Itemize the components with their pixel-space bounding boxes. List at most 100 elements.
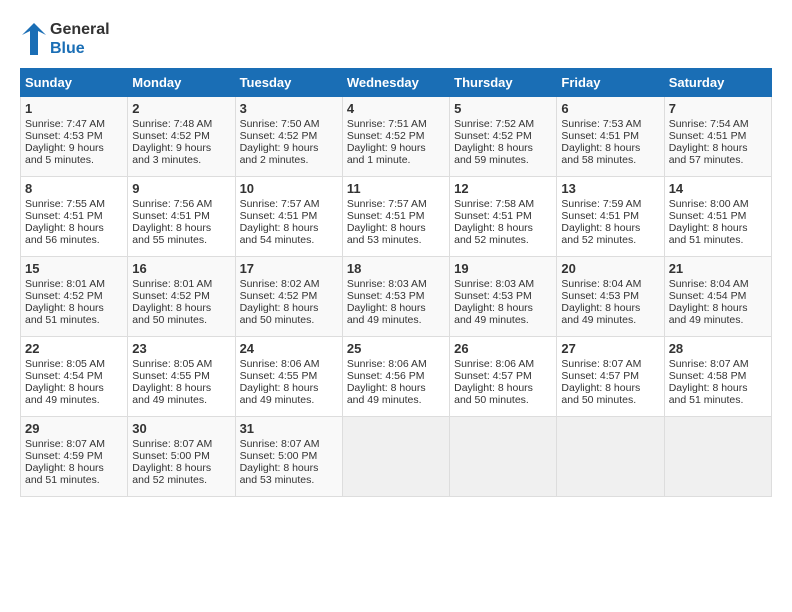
sunset-label: Sunset: 4:53 PM bbox=[347, 290, 425, 302]
day-number: 2 bbox=[132, 101, 230, 116]
empty-cell bbox=[664, 417, 771, 497]
daylight-label: Daylight: 8 hours and 53 minutes. bbox=[347, 222, 426, 246]
calendar-week-row: 8Sunrise: 7:55 AMSunset: 4:51 PMDaylight… bbox=[21, 177, 772, 257]
sunset-label: Sunset: 4:51 PM bbox=[669, 130, 747, 142]
day-number: 31 bbox=[240, 421, 338, 436]
calendar-day-cell: 25Sunrise: 8:06 AMSunset: 4:56 PMDayligh… bbox=[342, 337, 449, 417]
sunrise-label: Sunrise: 7:57 AM bbox=[240, 198, 320, 210]
logo-bird-icon bbox=[20, 21, 48, 57]
sunset-label: Sunset: 4:52 PM bbox=[132, 290, 210, 302]
daylight-label: Daylight: 8 hours and 56 minutes. bbox=[25, 222, 104, 246]
day-number: 19 bbox=[454, 261, 552, 276]
sunset-label: Sunset: 4:54 PM bbox=[669, 290, 747, 302]
day-header-sunday: Sunday bbox=[21, 69, 128, 97]
calendar-day-cell: 20Sunrise: 8:04 AMSunset: 4:53 PMDayligh… bbox=[557, 257, 664, 337]
sunrise-label: Sunrise: 8:07 AM bbox=[240, 438, 320, 450]
sunset-label: Sunset: 4:56 PM bbox=[347, 370, 425, 382]
sunset-label: Sunset: 4:53 PM bbox=[454, 290, 532, 302]
sunrise-label: Sunrise: 8:01 AM bbox=[132, 278, 212, 290]
logo: General Blue bbox=[20, 20, 110, 58]
sunset-label: Sunset: 4:59 PM bbox=[25, 450, 103, 462]
day-number: 18 bbox=[347, 261, 445, 276]
day-header-monday: Monday bbox=[128, 69, 235, 97]
sunrise-label: Sunrise: 8:01 AM bbox=[25, 278, 105, 290]
calendar-table: SundayMondayTuesdayWednesdayThursdayFrid… bbox=[20, 68, 772, 497]
sunset-label: Sunset: 4:51 PM bbox=[240, 210, 318, 222]
daylight-label: Daylight: 8 hours and 50 minutes. bbox=[561, 382, 640, 406]
day-number: 21 bbox=[669, 261, 767, 276]
calendar-day-cell: 22Sunrise: 8:05 AMSunset: 4:54 PMDayligh… bbox=[21, 337, 128, 417]
day-header-thursday: Thursday bbox=[450, 69, 557, 97]
sunrise-label: Sunrise: 7:52 AM bbox=[454, 118, 534, 130]
sunset-label: Sunset: 4:53 PM bbox=[25, 130, 103, 142]
sunrise-label: Sunrise: 8:02 AM bbox=[240, 278, 320, 290]
day-number: 5 bbox=[454, 101, 552, 116]
empty-cell bbox=[342, 417, 449, 497]
sunrise-label: Sunrise: 8:03 AM bbox=[454, 278, 534, 290]
sunset-label: Sunset: 4:52 PM bbox=[132, 130, 210, 142]
day-number: 26 bbox=[454, 341, 552, 356]
page-header: General Blue bbox=[20, 20, 772, 58]
daylight-label: Daylight: 8 hours and 57 minutes. bbox=[669, 142, 748, 166]
calendar-day-cell: 13Sunrise: 7:59 AMSunset: 4:51 PMDayligh… bbox=[557, 177, 664, 257]
sunrise-label: Sunrise: 8:03 AM bbox=[347, 278, 427, 290]
logo-text-blue: Blue bbox=[50, 39, 110, 58]
sunset-label: Sunset: 5:00 PM bbox=[240, 450, 318, 462]
calendar-day-cell: 27Sunrise: 8:07 AMSunset: 4:57 PMDayligh… bbox=[557, 337, 664, 417]
daylight-label: Daylight: 9 hours and 5 minutes. bbox=[25, 142, 104, 166]
empty-cell bbox=[450, 417, 557, 497]
daylight-label: Daylight: 9 hours and 2 minutes. bbox=[240, 142, 319, 166]
sunset-label: Sunset: 4:53 PM bbox=[561, 290, 639, 302]
logo-container: General Blue bbox=[20, 20, 110, 58]
sunrise-label: Sunrise: 8:05 AM bbox=[25, 358, 105, 370]
calendar-day-cell: 11Sunrise: 7:57 AMSunset: 4:51 PMDayligh… bbox=[342, 177, 449, 257]
calendar-day-cell: 17Sunrise: 8:02 AMSunset: 4:52 PMDayligh… bbox=[235, 257, 342, 337]
sunrise-label: Sunrise: 8:07 AM bbox=[561, 358, 641, 370]
day-number: 13 bbox=[561, 181, 659, 196]
calendar-week-row: 15Sunrise: 8:01 AMSunset: 4:52 PMDayligh… bbox=[21, 257, 772, 337]
calendar-day-cell: 30Sunrise: 8:07 AMSunset: 5:00 PMDayligh… bbox=[128, 417, 235, 497]
day-number: 22 bbox=[25, 341, 123, 356]
sunset-label: Sunset: 4:51 PM bbox=[561, 130, 639, 142]
days-header-row: SundayMondayTuesdayWednesdayThursdayFrid… bbox=[21, 69, 772, 97]
sunset-label: Sunset: 4:55 PM bbox=[240, 370, 318, 382]
sunrise-label: Sunrise: 8:04 AM bbox=[669, 278, 749, 290]
calendar-day-cell: 10 Sunrise: 7:57 AMSunset: 4:51 PMDayligh… bbox=[235, 177, 342, 257]
calendar-day-cell: 31Sunrise: 8:07 AMSunset: 5:00 PMDayligh… bbox=[235, 417, 342, 497]
calendar-day-cell: 4Sunrise: 7:51 AMSunset: 4:52 PMDaylight… bbox=[342, 97, 449, 177]
sunset-label: Sunset: 4:52 PM bbox=[25, 290, 103, 302]
day-number: 28 bbox=[669, 341, 767, 356]
day-number: 3 bbox=[240, 101, 338, 116]
calendar-day-cell: 24Sunrise: 8:06 AMSunset: 4:55 PMDayligh… bbox=[235, 337, 342, 417]
calendar-day-cell: 6 Sunrise: 7:53 AMSunset: 4:51 PMDaylight… bbox=[557, 97, 664, 177]
calendar-day-cell: 1Sunrise: 7:47 AMSunset: 4:53 PMDaylight… bbox=[21, 97, 128, 177]
calendar-week-row: 22Sunrise: 8:05 AMSunset: 4:54 PMDayligh… bbox=[21, 337, 772, 417]
day-number: 6 bbox=[561, 101, 659, 116]
day-number: 9 bbox=[132, 181, 230, 196]
sunrise-label: Sunrise: 7:47 AM bbox=[25, 118, 105, 130]
calendar-day-cell: 14Sunrise: 8:00 AMSunset: 4:51 PMDayligh… bbox=[664, 177, 771, 257]
sunset-label: Sunset: 4:58 PM bbox=[669, 370, 747, 382]
sunset-label: Sunset: 4:52 PM bbox=[240, 130, 318, 142]
sunrise-label: Sunrise: 8:07 AM bbox=[132, 438, 212, 450]
calendar-week-row: 1Sunrise: 7:47 AMSunset: 4:53 PMDaylight… bbox=[21, 97, 772, 177]
calendar-day-cell: 29Sunrise: 8:07 AMSunset: 4:59 PMDayligh… bbox=[21, 417, 128, 497]
day-number: 14 bbox=[669, 181, 767, 196]
daylight-label: Daylight: 8 hours and 54 minutes. bbox=[240, 222, 319, 246]
sunset-label: Sunset: 4:52 PM bbox=[240, 290, 318, 302]
calendar-week-row: 29Sunrise: 8:07 AMSunset: 4:59 PMDayligh… bbox=[21, 417, 772, 497]
sunrise-label: Sunrise: 7:51 AM bbox=[347, 118, 427, 130]
daylight-label: Daylight: 8 hours and 50 minutes. bbox=[132, 302, 211, 326]
sunrise-label: Sunrise: 7:48 AM bbox=[132, 118, 212, 130]
daylight-label: Daylight: 8 hours and 50 minutes. bbox=[240, 302, 319, 326]
daylight-label: Daylight: 8 hours and 52 minutes. bbox=[454, 222, 533, 246]
day-header-friday: Friday bbox=[557, 69, 664, 97]
daylight-label: Daylight: 8 hours and 49 minutes. bbox=[25, 382, 104, 406]
sunset-label: Sunset: 4:52 PM bbox=[347, 130, 425, 142]
sunset-label: Sunset: 4:51 PM bbox=[132, 210, 210, 222]
sunset-label: Sunset: 4:51 PM bbox=[347, 210, 425, 222]
day-header-wednesday: Wednesday bbox=[342, 69, 449, 97]
day-number: 10 bbox=[240, 181, 338, 196]
sunrise-label: Sunrise: 7:53 AM bbox=[561, 118, 641, 130]
daylight-label: Daylight: 8 hours and 58 minutes. bbox=[561, 142, 640, 166]
